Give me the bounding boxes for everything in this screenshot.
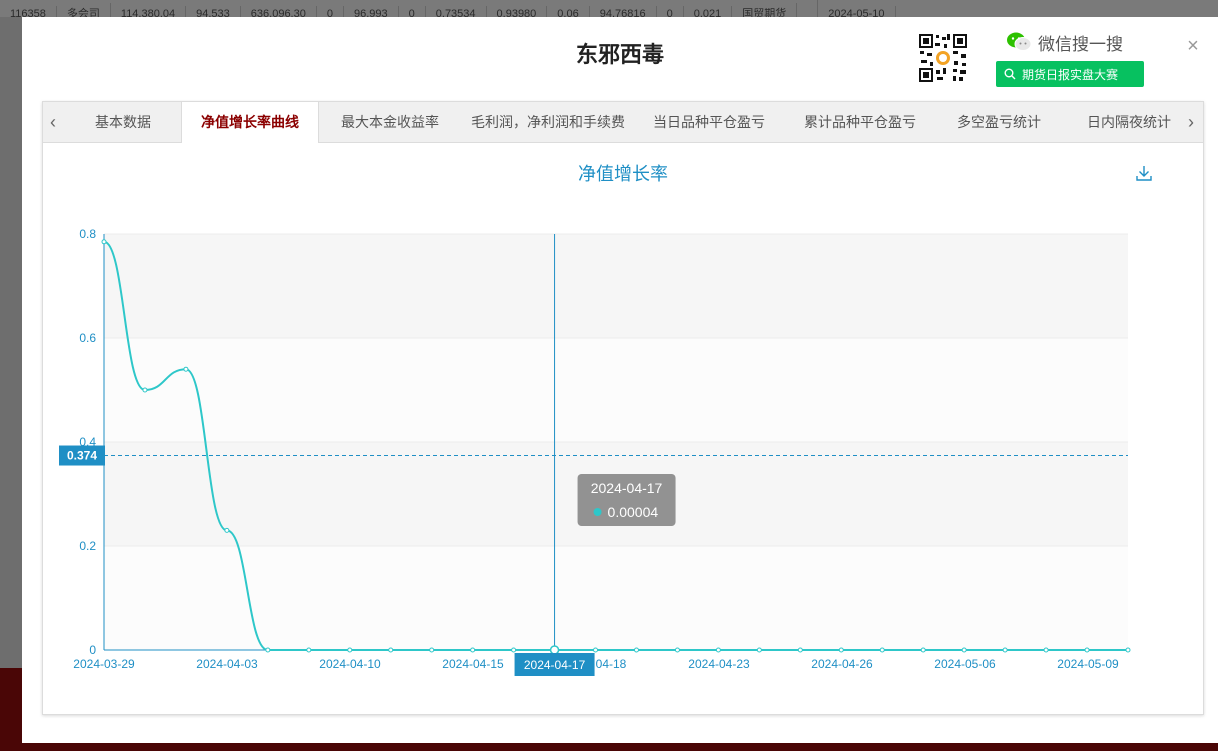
data-point (429, 647, 435, 653)
crosshair-y-label: 0.374 (67, 449, 97, 463)
background-cell: 2024-05-10 (818, 6, 896, 17)
background-cell: 94.76816 (590, 6, 657, 17)
tooltip-series-marker (593, 508, 602, 516)
background-cell: 国贸期货 (732, 3, 798, 17)
y-tick-label: 0 (89, 643, 96, 657)
grid-band (104, 338, 1128, 442)
data-point (797, 647, 803, 653)
x-tick-label: 2024-04-03 (196, 657, 258, 671)
grid-band (104, 234, 1128, 338)
promo-search-button[interactable]: 期货日报实盘大赛 (996, 61, 1144, 87)
data-point (879, 647, 885, 653)
data-point (838, 647, 844, 653)
highlighted-point (549, 645, 560, 655)
background-cell: 多会司 (57, 3, 111, 17)
data-point (101, 239, 107, 245)
tooltip-date: 2024-04-17 (591, 480, 663, 496)
data-point (1125, 647, 1131, 653)
y-tick-label: 0.2 (79, 539, 96, 553)
background-cell: 0.06 (547, 6, 590, 17)
background-cell: 114,380.04 (111, 6, 187, 17)
background-cell: 0 (317, 6, 344, 17)
x-tick-label: 2024-03-29 (73, 657, 135, 671)
x-tick-label: 2024-04-10 (319, 657, 381, 671)
background-cell: 116358 (0, 6, 57, 17)
x-tick-label: 2024-04-23 (688, 657, 750, 671)
data-point (511, 647, 517, 653)
modal-dialog: 东邪西毒 微信搜一搜 期货日报实盘大赛 × ‹ 基本数据 净值增长率曲线 最大本… (22, 17, 1218, 743)
data-point (347, 647, 353, 653)
background-cell: 0.93980 (487, 6, 548, 17)
data-point (1002, 647, 1008, 653)
background-cell (797, 0, 819, 17)
background-cell: 94,533 (186, 6, 241, 17)
x-tick-label: 2024-04-26 (811, 657, 873, 671)
background-cell: 96,993 (344, 6, 399, 17)
tooltip-value: 0.00004 (608, 504, 659, 520)
close-button[interactable]: × (1182, 35, 1204, 57)
wechat-search-label: 微信搜一搜 (1006, 30, 1123, 54)
promo-button-label: 期货日报实盘大赛 (1022, 67, 1119, 82)
data-point (633, 647, 639, 653)
y-tick-label: 0.6 (79, 331, 96, 345)
chart-panel: ‹ 基本数据 净值增长率曲线 最大本金收益率 毛利润，净利润和手续费 当日品种平仓盈亏累… (42, 101, 1204, 715)
x-tick-label: 2024-05-06 (934, 657, 996, 671)
background-cell: 0 (399, 6, 426, 17)
x-tick-label: 04-18 (596, 657, 627, 671)
data-point (1043, 647, 1049, 653)
crosshair-x-label: 2024-04-17 (524, 658, 586, 672)
data-point (224, 527, 230, 533)
background-cell: 0.021 (684, 6, 733, 17)
data-point (183, 366, 189, 372)
wechat-search-text: 微信搜一搜 (1038, 34, 1123, 54)
data-point (306, 647, 312, 653)
y-tick-label: 0.8 (79, 227, 96, 241)
data-point (265, 647, 271, 653)
data-point (920, 647, 926, 653)
data-point (715, 647, 721, 653)
line-chart: 00.20.40.60.82024-03-29 2024-04-03 2024-04… (59, 227, 1131, 676)
data-point (756, 647, 762, 653)
data-point (593, 647, 599, 653)
background-cell: 0 (657, 6, 684, 17)
wechat-icon (1007, 32, 1032, 51)
x-tick-label: 2024-05-09 (1057, 657, 1119, 671)
background-cell: 636,096.30 (241, 6, 317, 17)
qr-code-icon (917, 32, 969, 84)
x-tick-label: 2024-04-15 (442, 657, 504, 671)
background-cell: 0.73534 (426, 6, 487, 17)
data-point (674, 647, 680, 653)
data-point (470, 647, 476, 653)
data-point (1084, 647, 1090, 653)
data-point (388, 647, 394, 653)
data-point (142, 387, 148, 393)
search-icon (1004, 68, 1016, 80)
background-table-row: 116358 多会司 114,380.04 94,533 636,096.30 0 96,9… (0, 0, 1218, 17)
data-point (961, 647, 967, 653)
